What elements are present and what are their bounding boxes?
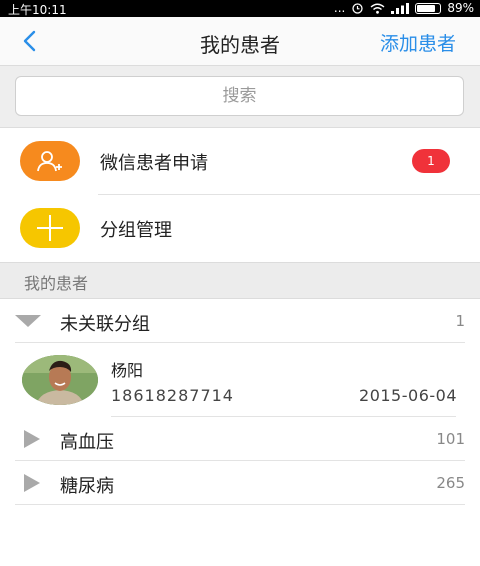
group-count: 101	[436, 430, 465, 448]
alarm-icon	[352, 3, 363, 14]
add-patient-button[interactable]: 添加患者	[380, 29, 456, 56]
group-name: 未关联分组	[60, 314, 150, 335]
group-name: 糖尿病	[60, 476, 114, 497]
wechat-application-label: 微信患者申请	[100, 153, 208, 174]
section-header: 我的患者	[0, 262, 480, 299]
group-unassigned[interactable]: 未关联分组 1	[15, 300, 465, 342]
add-user-icon	[20, 141, 80, 181]
triangle-right-icon	[24, 474, 40, 492]
group-management-label: 分组管理	[100, 220, 172, 241]
group-count: 265	[436, 474, 465, 492]
status-bar: 上午10:11 ... 89%	[0, 0, 480, 17]
unread-badge: 1	[412, 149, 450, 173]
wifi-icon	[370, 3, 385, 14]
status-time: 上午10:11	[8, 3, 67, 17]
divider	[111, 416, 456, 417]
patient-name: 杨阳	[111, 361, 144, 380]
triangle-right-icon	[24, 430, 40, 448]
patient-item[interactable]: 杨阳 18618287714 2015-06-04	[15, 344, 465, 416]
search-input[interactable]	[15, 76, 464, 116]
battery-fill	[417, 4, 436, 12]
group-count: 1	[455, 312, 465, 330]
status-icons: ... 89%	[334, 1, 474, 15]
notification-dots: ...	[333, 1, 346, 15]
triangle-down-icon	[15, 315, 41, 327]
patient-phone: 18618287714	[111, 386, 234, 405]
section-title: 我的患者	[24, 274, 89, 293]
patient-date: 2015-06-04	[359, 386, 457, 405]
signal-icon	[391, 2, 410, 14]
avatar	[22, 355, 98, 405]
divider	[15, 460, 465, 461]
search-bar	[0, 66, 480, 128]
group-name: 高血压	[60, 432, 114, 453]
group-management-item[interactable]: 分组管理	[0, 195, 480, 261]
battery-percent: 89%	[447, 1, 474, 15]
divider	[15, 342, 465, 343]
group-diabetes[interactable]: 糖尿病 265	[15, 462, 465, 504]
chevron-left-icon[interactable]	[16, 27, 44, 55]
plus-icon	[20, 208, 80, 248]
wechat-application-item[interactable]: 微信患者申请 1	[0, 128, 480, 194]
group-hypertension[interactable]: 高血压 101	[15, 418, 465, 460]
header-bar: 我的患者 添加患者	[0, 17, 480, 66]
battery-icon	[415, 2, 442, 14]
divider	[15, 504, 465, 505]
